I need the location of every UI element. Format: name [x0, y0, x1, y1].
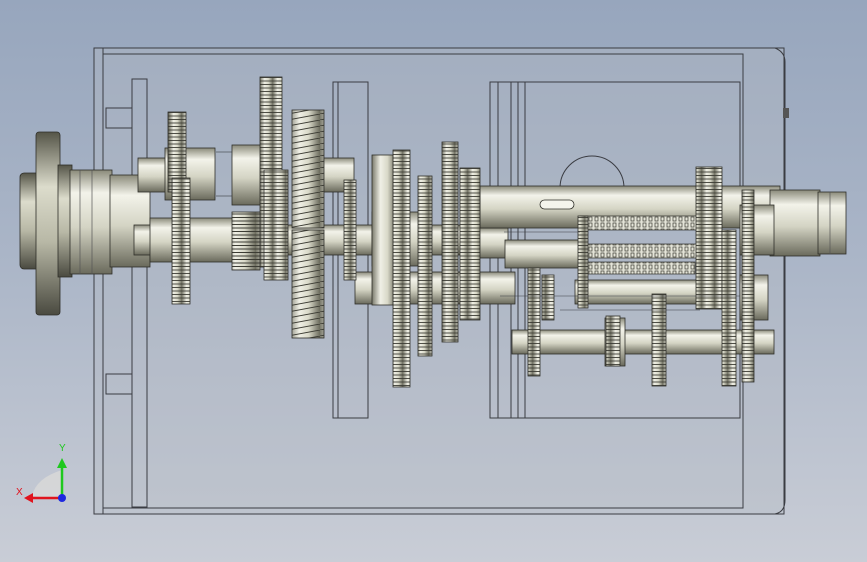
triad-y-label: Y [59, 443, 66, 454]
spline-hub [579, 215, 701, 275]
gearbox-model[interactable] [0, 0, 867, 562]
cad-viewport[interactable]: Y X [0, 0, 867, 562]
triad-x-label: X [16, 487, 23, 498]
